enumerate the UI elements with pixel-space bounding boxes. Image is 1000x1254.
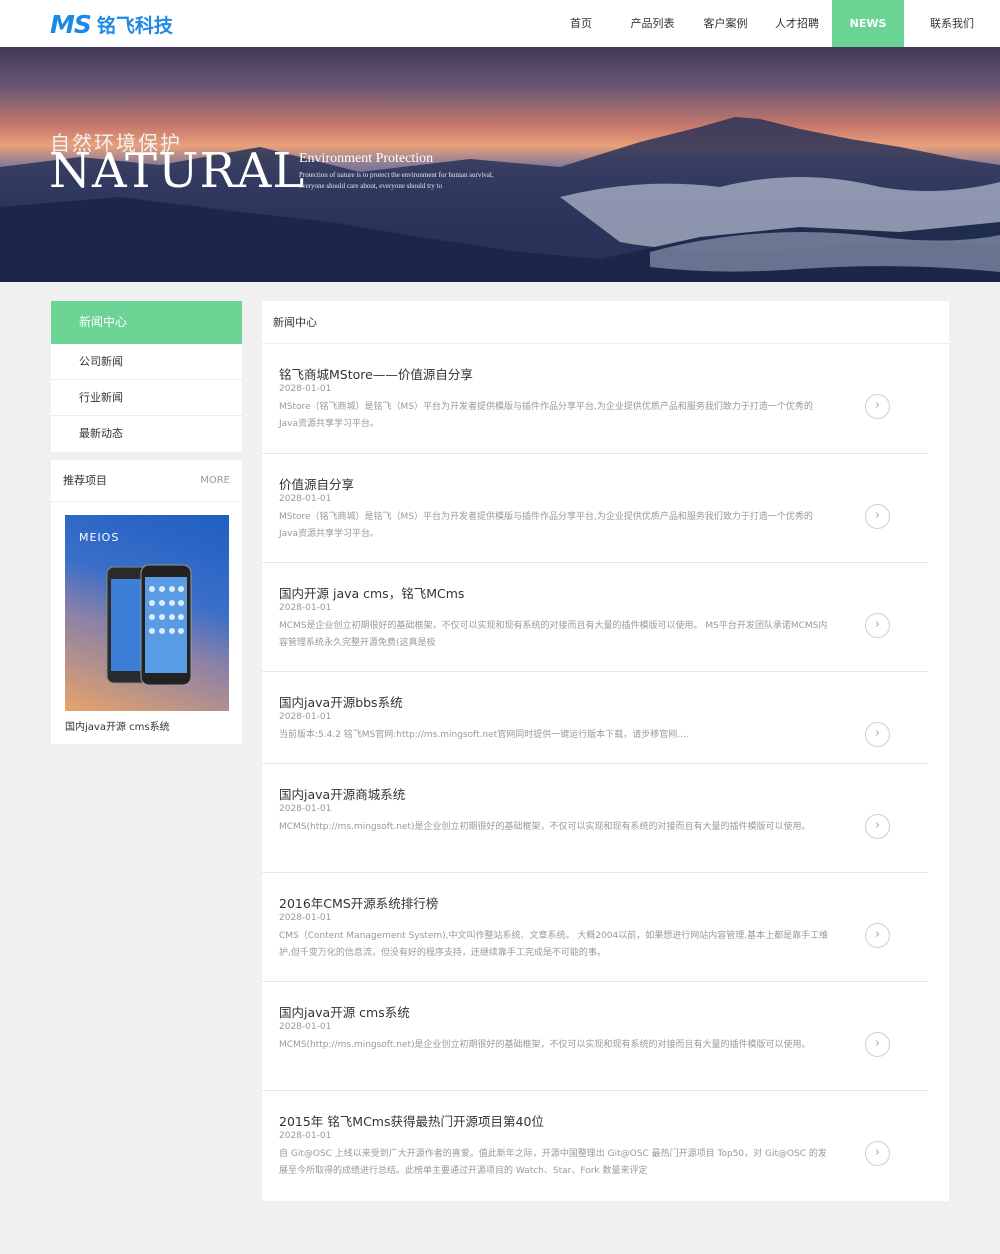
- arrow-right-icon[interactable]: ›: [865, 504, 890, 529]
- news-desc: 自 Git@OSC 上线以来受到广大开源作者的喜爱。值此新年之际，开源中国整理出…: [279, 1149, 827, 1176]
- banner-tagline: Protection of nature is to protect the e…: [299, 170, 559, 192]
- sidebar-item-latest[interactable]: 最新动态: [51, 416, 242, 452]
- arrow-right-icon[interactable]: ›: [865, 613, 890, 638]
- news-title[interactable]: 铭飞商城MStore——价值源自分享: [279, 364, 473, 383]
- recommend-image[interactable]: MEIOS: [65, 515, 229, 711]
- sidebar-heading[interactable]: 新闻中心: [51, 301, 242, 344]
- hero-banner: 自然环境保护 NATURAL Environment Protection Pr…: [0, 47, 1000, 282]
- nav-item-products[interactable]: 产品列表: [616, 0, 689, 47]
- news-item[interactable]: 国内开源 java cms，铭飞MCms 2028-01-01 MCMS是企业创…: [262, 563, 928, 672]
- news-item[interactable]: 国内java开源 cms系统 2028-01-01 MCMS(http://ms…: [262, 982, 928, 1091]
- arrow-right-icon[interactable]: ›: [865, 1141, 890, 1166]
- news-item[interactable]: 国内java开源bbs系统 2028-01-01 当前版本:5.4.2 铭飞MS…: [262, 672, 928, 764]
- recommend-heading: 推荐项目: [63, 474, 107, 487]
- logo[interactable]: MS 铭飞科技: [50, 9, 173, 39]
- arrow-right-icon[interactable]: ›: [865, 923, 890, 948]
- banner-tagline-line1: Protection of nature is to protect the e…: [299, 171, 494, 179]
- news-date: 2028-01-01: [279, 1131, 332, 1141]
- nav-item-contact[interactable]: 联系我们: [904, 0, 1000, 47]
- news-date: 2028-01-01: [279, 1022, 332, 1032]
- arrow-right-icon[interactable]: ›: [865, 1032, 890, 1057]
- more-link[interactable]: MORE: [200, 460, 230, 501]
- sidebar-item-industry-news[interactable]: 行业新闻: [51, 380, 242, 416]
- news-date: 2028-01-01: [279, 494, 332, 504]
- news-list-heading: 新闻中心: [262, 301, 949, 344]
- recommend-panel: 推荐项目 MORE MEIOS 国内java开源 cms系统: [51, 460, 242, 744]
- nav-item-home[interactable]: 首页: [546, 0, 616, 47]
- news-item[interactable]: 价值源自分享 2028-01-01 MStore（铭飞商城）是铭飞（MS）平台为…: [262, 454, 928, 563]
- arrow-right-icon[interactable]: ›: [865, 722, 890, 747]
- main-nav: 首页 产品列表 客户案例 人才招聘 NEWS 联系我们: [546, 0, 1000, 47]
- news-date: 2028-01-01: [279, 603, 332, 613]
- logo-mark: MS: [50, 9, 92, 39]
- banner-subtitle: Environment Protection: [299, 151, 434, 166]
- sidebar-item-company-news[interactable]: 公司新闻: [51, 344, 242, 380]
- news-item[interactable]: 铭飞商城MStore——价值源自分享 2028-01-01 MStore（铭飞商…: [262, 344, 928, 454]
- recommend-caption[interactable]: 国内java开源 cms系统: [65, 718, 170, 733]
- news-title[interactable]: 国内开源 java cms，铭飞MCms: [279, 583, 464, 602]
- news-item[interactable]: 2015年 铭飞MCms获得最热门开源项目第40位 2028-01-01 自 G…: [262, 1091, 928, 1201]
- logo-text: 铭飞科技: [96, 14, 173, 37]
- banner-tagline-line2: everyone should care about, everyone sho…: [299, 182, 443, 190]
- news-list-panel: 新闻中心 铭飞商城MStore——价值源自分享 2028-01-01 MStor…: [262, 301, 949, 1201]
- banner-big-title: NATURAL: [49, 143, 306, 199]
- news-desc: CMS（Content Management System),中文叫作整站系统、…: [279, 931, 829, 958]
- news-date: 2028-01-01: [279, 804, 332, 814]
- news-desc: MStore（铭飞商城）是铭飞（MS）平台为开发者提供模版与插件作品分享平台,为…: [279, 512, 813, 539]
- news-date: 2028-01-01: [279, 712, 332, 722]
- news-desc: MCMS(http://ms.mingsoft.net)是企业创立初期很好的基础…: [279, 822, 811, 832]
- news-item[interactable]: 2016年CMS开源系统排行榜 2028-01-01 CMS（Content M…: [262, 873, 928, 982]
- news-desc: MStore（铭飞商城）是铭飞（MS）平台为开发者提供模版与插件作品分享平台,为…: [279, 402, 813, 429]
- nav-item-cases[interactable]: 客户案例: [689, 0, 762, 47]
- arrow-right-icon[interactable]: ›: [865, 394, 890, 419]
- site-header: MS 铭飞科技 首页 产品列表 客户案例 人才招聘 NEWS 联系我们: [0, 0, 1000, 47]
- recommend-header: 推荐项目 MORE: [51, 460, 242, 502]
- nav-item-news[interactable]: NEWS: [832, 0, 904, 47]
- news-title[interactable]: 2016年CMS开源系统排行榜: [279, 893, 438, 912]
- news-item[interactable]: 国内java开源商城系统 2028-01-01 MCMS(http://ms.m…: [262, 764, 928, 873]
- news-title[interactable]: 国内java开源 cms系统: [279, 1002, 410, 1021]
- news-desc: MCMS(http://ms.mingsoft.net)是企业创立初期很好的基础…: [279, 1040, 811, 1050]
- phones-icon: [106, 564, 192, 686]
- arrow-right-icon[interactable]: ›: [865, 814, 890, 839]
- news-title[interactable]: 国内java开源商城系统: [279, 784, 405, 803]
- sidebar-nav: 新闻中心 公司新闻 行业新闻 最新动态: [51, 301, 242, 452]
- news-desc: 当前版本:5.4.2 铭飞MS官网:http://ms.mingsoft.net…: [279, 730, 689, 740]
- news-title[interactable]: 价值源自分享: [279, 474, 354, 493]
- news-desc: MCMS是企业创立初期很好的基础框架，不仅可以实现和现有系统的对接而且有大量的插…: [279, 621, 828, 648]
- news-date: 2028-01-01: [279, 384, 332, 394]
- news-title[interactable]: 国内java开源bbs系统: [279, 692, 403, 711]
- news-title[interactable]: 2015年 铭飞MCms获得最热门开源项目第40位: [279, 1111, 544, 1130]
- nav-item-jobs[interactable]: 人才招聘: [762, 0, 832, 47]
- news-date: 2028-01-01: [279, 913, 332, 923]
